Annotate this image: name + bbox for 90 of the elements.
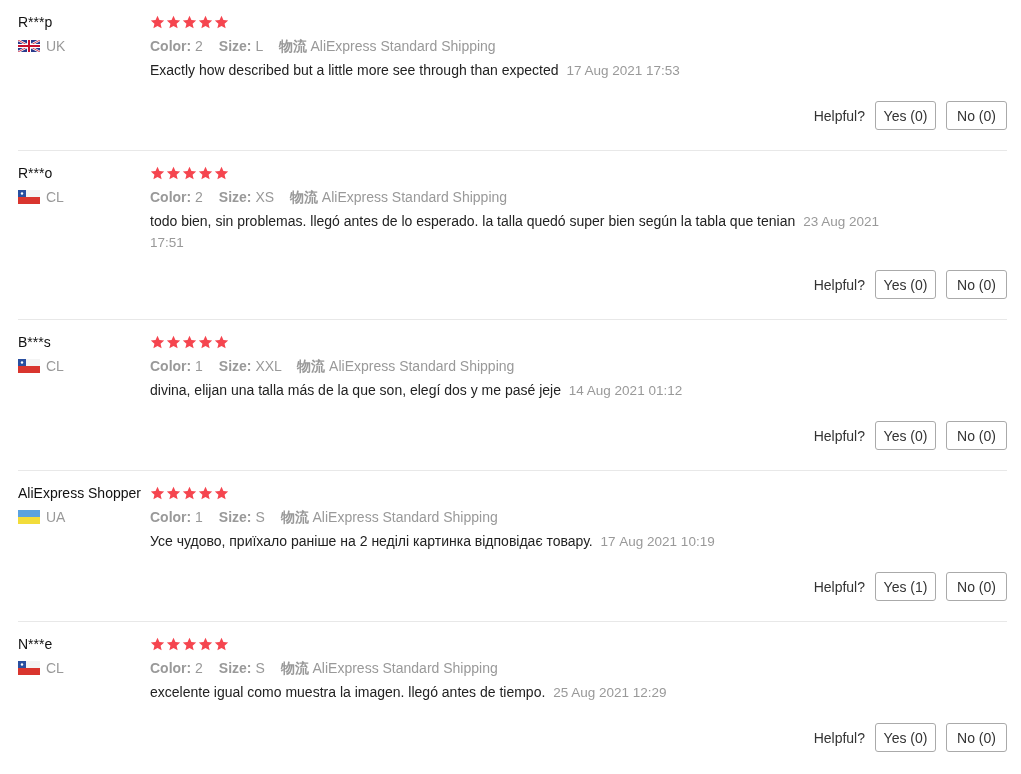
star-icon bbox=[150, 485, 165, 501]
country-code: UA bbox=[46, 509, 66, 525]
size-label: Size: bbox=[218, 660, 252, 676]
color-value: 1 bbox=[195, 358, 203, 374]
yes-button[interactable]: Yes (0) bbox=[875, 421, 936, 450]
reviewer-name: R***o bbox=[18, 164, 54, 183]
star-icon bbox=[182, 334, 197, 350]
yes-button[interactable]: Yes (1) bbox=[875, 572, 936, 601]
size-value: XS bbox=[255, 189, 275, 205]
flag-icon bbox=[18, 190, 40, 204]
star-icon bbox=[150, 334, 165, 350]
size-label: Size: bbox=[218, 189, 252, 205]
star-icon bbox=[198, 334, 213, 350]
yes-button[interactable]: Yes (0) bbox=[875, 723, 936, 752]
size-label: Size: bbox=[218, 509, 252, 525]
star-icon bbox=[150, 165, 165, 181]
size-label: Size: bbox=[218, 358, 252, 374]
no-button[interactable]: No (0) bbox=[946, 572, 1007, 601]
reviewer-name: AliExpress Shopper bbox=[18, 484, 142, 503]
helpful-label: Helpful? bbox=[813, 427, 865, 444]
star-icon bbox=[182, 165, 197, 181]
star-icon bbox=[166, 14, 181, 30]
review-text: divina, elijan una talla más de la que son, elegí dos y me pasé jeje 14 Aug 2021 01:12 bbox=[150, 381, 684, 400]
flag-icon bbox=[18, 661, 40, 675]
star-icon bbox=[198, 636, 213, 652]
color-label: Color: bbox=[150, 38, 192, 54]
size-value: L bbox=[255, 38, 263, 54]
star-icon bbox=[182, 14, 197, 30]
reviewer-name: B***s bbox=[18, 333, 52, 352]
helpful-label: Helpful? bbox=[813, 107, 865, 124]
review-text: excelente igual como muestra la imagen. llegó antes de tiempo. 25 Aug 2021 12:29 bbox=[150, 683, 668, 702]
star-icon bbox=[198, 14, 213, 30]
star-icon bbox=[214, 636, 229, 652]
country-code: CL bbox=[46, 358, 64, 374]
size-value: S bbox=[255, 660, 265, 676]
shipping-method: AliExpress Standard Shipping bbox=[321, 189, 508, 205]
country-code: CL bbox=[46, 189, 64, 205]
helpful-label: Helpful? bbox=[813, 729, 865, 746]
color-value: 1 bbox=[195, 509, 203, 525]
size-label: Size: bbox=[218, 38, 252, 54]
country-code: CL bbox=[46, 660, 64, 676]
shipping-label: 物流 bbox=[280, 660, 309, 676]
star-icon bbox=[198, 165, 213, 181]
size-value: XXL bbox=[255, 358, 282, 374]
star-icon bbox=[150, 14, 165, 30]
star-icon bbox=[182, 636, 197, 652]
color-label: Color: bbox=[150, 189, 192, 205]
color-value: 2 bbox=[195, 189, 203, 205]
yes-button[interactable]: Yes (0) bbox=[875, 270, 936, 299]
no-button[interactable]: No (0) bbox=[946, 723, 1007, 752]
no-button[interactable]: No (0) bbox=[946, 270, 1007, 299]
review-text: todo bien, sin problemas. llegó antes de lo esperado. la talla quedó super bien según la tabla que tenian 23 Aug 2021 17:51 bbox=[150, 212, 880, 252]
star-icon bbox=[166, 165, 181, 181]
color-label: Color: bbox=[150, 358, 192, 374]
flag-icon bbox=[18, 40, 40, 52]
yes-button[interactable]: Yes (0) bbox=[875, 101, 936, 130]
star-icon bbox=[214, 165, 229, 181]
shipping-label: 物流 bbox=[297, 358, 326, 374]
shipping-label: 物流 bbox=[280, 509, 309, 525]
color-label: Color: bbox=[150, 660, 192, 676]
shipping-label: 物流 bbox=[278, 38, 307, 54]
shipping-method: AliExpress Standard Shipping bbox=[312, 660, 498, 676]
country-code: UK bbox=[46, 38, 66, 54]
shipping-label: 物流 bbox=[289, 189, 318, 205]
flag-icon bbox=[18, 510, 40, 524]
shipping-method: AliExpress Standard Shipping bbox=[312, 509, 498, 525]
star-icon bbox=[214, 14, 229, 30]
reviewer-name: N***e bbox=[18, 635, 54, 654]
color-value: 2 bbox=[195, 38, 203, 54]
color-value: 2 bbox=[195, 660, 203, 676]
helpful-label: Helpful? bbox=[813, 276, 865, 293]
no-button[interactable]: No (0) bbox=[946, 421, 1007, 450]
color-label: Color: bbox=[150, 509, 192, 525]
star-icon bbox=[214, 334, 229, 350]
review-text: Усе чудово, приїхало раніше на 2 неділі картинка відповідає товару. 17 Aug 2021 10:19 bbox=[150, 532, 716, 551]
review-text: Exactly how described but a little more see through than expected 17 Aug 2021 17:53 bbox=[150, 61, 681, 80]
star-icon bbox=[166, 334, 181, 350]
reviewer-name: R***p bbox=[18, 13, 54, 32]
flag-icon bbox=[18, 359, 40, 373]
size-value: S bbox=[255, 509, 265, 525]
star-icon bbox=[198, 485, 213, 501]
shipping-method: AliExpress Standard Shipping bbox=[310, 38, 496, 54]
shipping-method: AliExpress Standard Shipping bbox=[329, 358, 515, 374]
helpful-label: Helpful? bbox=[813, 578, 865, 595]
star-icon bbox=[166, 485, 181, 501]
star-icon bbox=[166, 636, 181, 652]
no-button[interactable]: No (0) bbox=[946, 101, 1007, 130]
star-icon bbox=[214, 485, 229, 501]
star-icon bbox=[182, 485, 197, 501]
star-icon bbox=[150, 636, 165, 652]
